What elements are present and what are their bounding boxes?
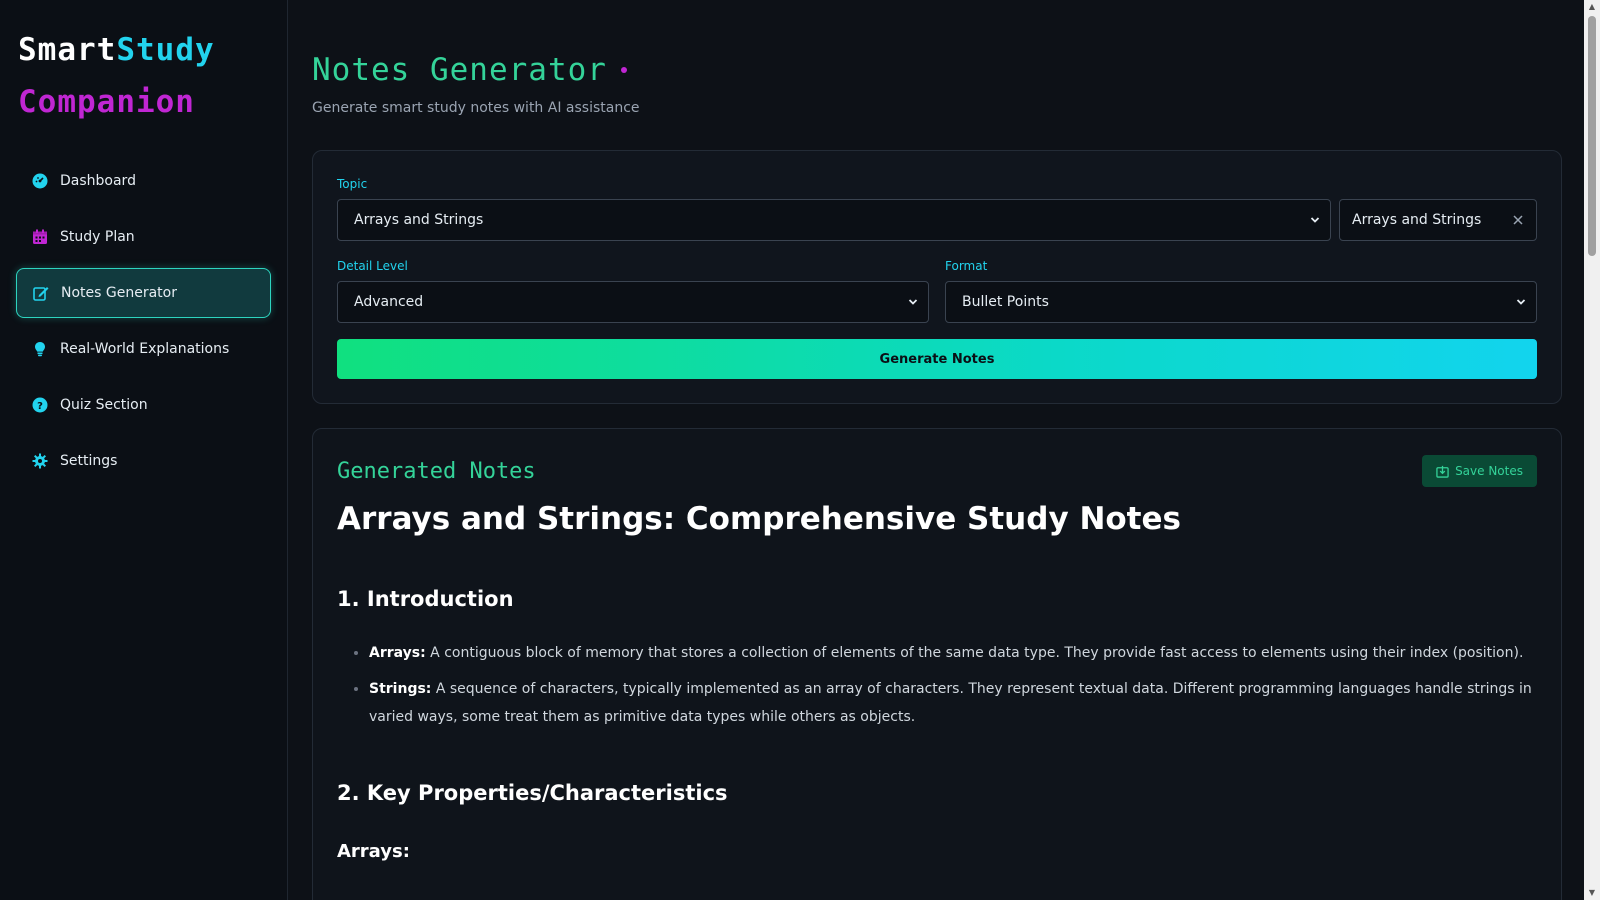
generated-notes-label: Generated Notes xyxy=(337,458,536,484)
notes-title: Arrays and Strings: Comprehensive Study … xyxy=(337,501,1181,537)
generated-notes-card: Generated Notes Save Notes Arrays and St… xyxy=(312,428,1562,900)
question-icon: ? xyxy=(32,397,48,413)
topic-custom-input[interactable]: Arrays and Strings xyxy=(1339,199,1537,241)
topic-tag-text: Arrays and Strings xyxy=(1352,212,1482,228)
bullet-text: A contiguous block of memory that stores… xyxy=(425,645,1524,661)
logo-study: Study xyxy=(116,32,215,68)
subsection-heading: Arrays: xyxy=(337,841,410,862)
list-item: Strings: A sequence of characters, typic… xyxy=(369,675,1537,731)
bullet-term: Strings: xyxy=(369,681,432,697)
sidebar-item-dashboard[interactable]: Dashboard xyxy=(16,156,271,206)
gear-icon xyxy=(32,453,48,469)
calendar-icon xyxy=(32,229,48,245)
topic-select-value: Arrays and Strings xyxy=(354,212,484,228)
bullet-list: Arrays: A contiguous block of memory tha… xyxy=(337,639,1537,731)
sidebar-item-label: Notes Generator xyxy=(61,285,177,301)
sidebar-item-label: Study Plan xyxy=(60,229,135,245)
sidebar-item-study-plan[interactable]: Study Plan xyxy=(16,212,271,262)
page-title-text: Notes Generator xyxy=(312,52,607,88)
bullet-text: A sequence of characters, typically impl… xyxy=(369,681,1532,725)
page-title: Notes Generator xyxy=(312,52,1562,88)
scroll-down-icon[interactable]: ▼ xyxy=(1587,888,1597,898)
sidebar-item-settings[interactable]: Settings xyxy=(16,436,271,486)
generate-notes-button[interactable]: Generate Notes xyxy=(337,339,1537,379)
bullet-term: Arrays: xyxy=(369,645,426,661)
sidebar-item-quiz-section[interactable]: ? Quiz Section xyxy=(16,380,271,430)
page-subtitle: Generate smart study notes with AI assis… xyxy=(312,100,640,116)
chevron-down-icon xyxy=(1310,217,1320,223)
sidebar-item-real-world-explanations[interactable]: Real-World Explanations xyxy=(16,324,271,374)
lightbulb-icon xyxy=(32,341,48,357)
section-heading: 1. Introduction xyxy=(337,587,514,611)
topic-label: Topic xyxy=(337,177,368,191)
list-item: Arrays: A contiguous block of memory tha… xyxy=(369,639,1537,667)
logo-companion: Companion xyxy=(18,84,195,120)
page-scrollbar[interactable]: ▲ ▼ xyxy=(1584,0,1600,900)
chevron-down-icon xyxy=(1516,299,1526,305)
title-dot xyxy=(620,67,627,73)
sidebar-item-notes-generator[interactable]: Notes Generator xyxy=(16,268,271,318)
section-heading: 2. Key Properties/Characteristics xyxy=(337,781,728,805)
format-value: Bullet Points xyxy=(962,294,1049,310)
save-icon xyxy=(1436,465,1449,478)
chevron-down-icon xyxy=(908,299,918,305)
detail-level-label: Detail Level xyxy=(337,259,408,273)
topic-select[interactable]: Arrays and Strings xyxy=(337,199,1331,241)
edit-icon xyxy=(33,285,49,301)
scrollbar-thumb[interactable] xyxy=(1588,16,1596,256)
sidebar-item-label: Settings xyxy=(60,453,118,469)
sidebar: SmartStudy Companion Dashboard Study Pla… xyxy=(0,0,288,900)
svg-text:?: ? xyxy=(37,401,43,412)
logo-smart: Smart xyxy=(18,32,117,68)
sidebar-item-label: Dashboard xyxy=(60,173,136,189)
save-notes-button[interactable]: Save Notes xyxy=(1422,455,1537,487)
format-select[interactable]: Bullet Points xyxy=(945,281,1537,323)
main-content: Notes Generator Generate smart study not… xyxy=(312,0,1562,900)
sidebar-item-label: Quiz Section xyxy=(60,397,148,413)
app-logo[interactable]: SmartStudy Companion xyxy=(16,24,271,128)
notes-form-card: Topic Arrays and Strings Arrays and Stri… xyxy=(312,150,1562,404)
format-label: Format xyxy=(945,259,988,273)
sidebar-item-label: Real-World Explanations xyxy=(60,341,230,357)
detail-level-value: Advanced xyxy=(354,294,424,310)
scroll-up-icon[interactable]: ▲ xyxy=(1587,2,1597,12)
close-icon[interactable] xyxy=(1512,214,1524,226)
save-notes-label: Save Notes xyxy=(1455,464,1523,478)
detail-level-select[interactable]: Advanced xyxy=(337,281,929,323)
dashboard-icon xyxy=(32,173,48,189)
